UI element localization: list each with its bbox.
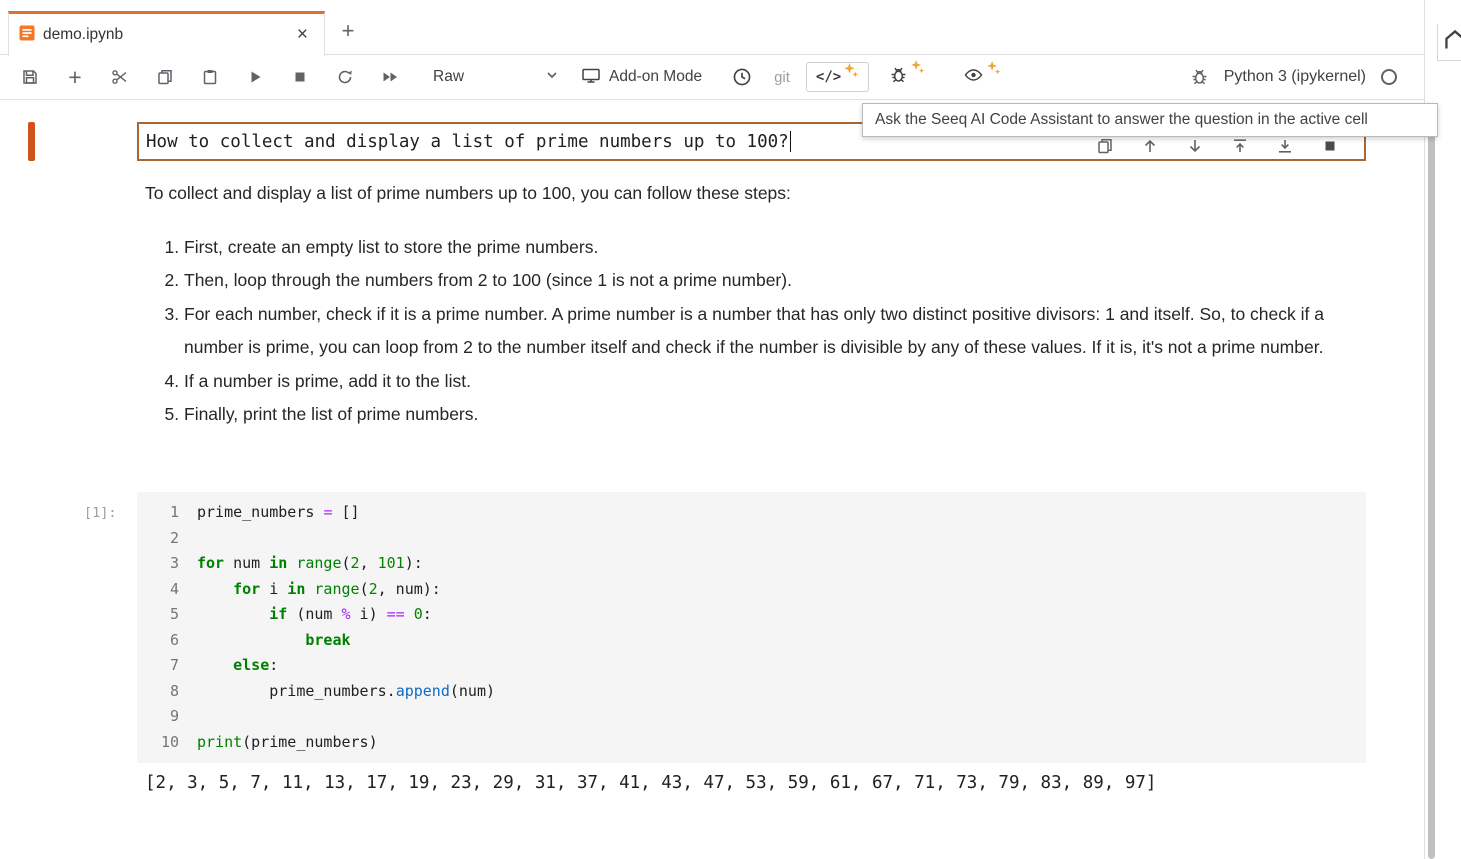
sparkle-icon <box>986 60 1001 80</box>
code-icon: </> <box>816 68 841 86</box>
addon-mode-button[interactable]: Add-on Mode <box>581 66 702 89</box>
markdown-intro: To collect and display a list of prime n… <box>145 177 1375 210</box>
tab-title: demo.ipynb <box>43 26 291 44</box>
side-panel-corner[interactable] <box>1437 24 1461 61</box>
side-panel-icon <box>1438 29 1461 56</box>
monitor-icon <box>581 66 601 89</box>
restart-kernel-icon[interactable] <box>335 67 355 87</box>
code-line: 9 <box>137 704 1366 730</box>
delete-cell-icon[interactable] <box>1321 137 1339 155</box>
paste-icon[interactable] <box>200 67 220 87</box>
cell-toolbar <box>1096 137 1339 155</box>
cell-type-value: Raw <box>433 68 464 86</box>
tab-demo-ipynb[interactable]: demo.ipynb × <box>8 11 325 56</box>
cell-output: [2, 3, 5, 7, 11, 13, 17, 19, 23, 29, 31,… <box>145 773 1156 793</box>
code-line: 5 if (num % i) == 0: <box>137 602 1366 628</box>
line-number: 2 <box>137 526 179 552</box>
new-tab-button[interactable]: + <box>334 18 362 44</box>
code-line: 3for num in range(2, 101): <box>137 551 1366 577</box>
code-line: 1prime_numbers = [] <box>137 500 1366 526</box>
line-number: 7 <box>137 653 179 679</box>
markdown-step: For each number, check if it is a prime … <box>184 298 1375 365</box>
clock-icon[interactable] <box>732 67 752 87</box>
chevron-down-icon <box>543 66 561 89</box>
code-lines: 1prime_numbers = []23for num in range(2,… <box>137 500 1366 755</box>
line-number: 1 <box>137 500 179 526</box>
code-line: 6 break <box>137 628 1366 654</box>
text-caret <box>790 131 791 152</box>
line-number: 3 <box>137 551 179 577</box>
interrupt-kernel-icon[interactable] <box>290 67 310 87</box>
bug-icon <box>889 65 908 89</box>
copy-icon[interactable] <box>155 67 175 87</box>
move-cell-down-icon[interactable] <box>1186 137 1204 155</box>
code-line: 10print(prime_numbers) <box>137 730 1366 756</box>
debugger-bug-icon[interactable] <box>1190 67 1210 87</box>
line-number: 6 <box>137 628 179 654</box>
markdown-step: Then, loop through the numbers from 2 to… <box>184 264 1375 297</box>
kernel-status-icon[interactable] <box>1380 68 1398 86</box>
vertical-scrollbar[interactable] <box>1428 108 1435 859</box>
prompt-input-value: How to collect and display a list of pri… <box>146 132 789 152</box>
active-cell-indicator <box>28 122 35 161</box>
tab-close-icon[interactable]: × <box>291 24 314 46</box>
notebook-icon <box>19 25 35 46</box>
move-cell-up-icon[interactable] <box>1141 137 1159 155</box>
markdown-step: Finally, print the list of prime numbers… <box>184 398 1375 431</box>
save-icon[interactable] <box>20 67 40 87</box>
steps-list: First, create an empty list to store the… <box>145 231 1375 431</box>
sparkle-icon <box>843 62 859 83</box>
code-editor[interactable]: 1prime_numbers = []23for num in range(2,… <box>137 492 1366 763</box>
ai-assistant-tooltip: Ask the Seeq AI Code Assistant to answer… <box>862 103 1438 137</box>
insert-cell-below-icon[interactable] <box>1276 137 1294 155</box>
code-line: 7 else: <box>137 653 1366 679</box>
line-number: 9 <box>137 704 179 730</box>
ai-debug-button[interactable] <box>889 65 925 89</box>
ai-explain-button[interactable] <box>963 66 1001 89</box>
execution-count: [1]: <box>84 505 117 521</box>
eye-icon <box>963 66 984 89</box>
line-number: 4 <box>137 577 179 603</box>
line-number: 5 <box>137 602 179 628</box>
restart-run-all-icon[interactable] <box>380 67 400 87</box>
code-line: 2 <box>137 526 1366 552</box>
insert-cell-above-icon[interactable] <box>1231 137 1249 155</box>
code-line: 4 for i in range(2, num): <box>137 577 1366 603</box>
code-line: 8 prime_numbers.append(num) <box>137 679 1366 705</box>
markdown-step: First, create an empty list to store the… <box>184 231 1375 264</box>
notebook-toolbar: + Raw Ad <box>0 55 1424 100</box>
sparkle-icon <box>910 59 925 79</box>
jupyter-app: demo.ipynb × + + Raw <box>0 0 1461 859</box>
tab-bar: demo.ipynb × + <box>0 0 1424 55</box>
git-button[interactable]: git <box>774 69 790 86</box>
insert-cell-icon[interactable]: + <box>65 67 85 87</box>
cut-icon[interactable] <box>110 67 130 87</box>
kernel-name[interactable]: Python 3 (ipykernel) <box>1224 68 1366 86</box>
line-number: 8 <box>137 679 179 705</box>
duplicate-cell-icon[interactable] <box>1096 137 1114 155</box>
cell-type-dropdown[interactable]: Raw <box>433 66 561 89</box>
markdown-step: If a number is prime, add it to the list… <box>184 365 1375 398</box>
ai-code-assistant-button[interactable]: </> <box>806 62 869 92</box>
markdown-output: To collect and display a list of prime n… <box>145 177 1375 431</box>
line-number: 10 <box>137 730 179 756</box>
run-cell-icon[interactable] <box>245 67 265 87</box>
addon-mode-label: Add-on Mode <box>609 68 702 86</box>
